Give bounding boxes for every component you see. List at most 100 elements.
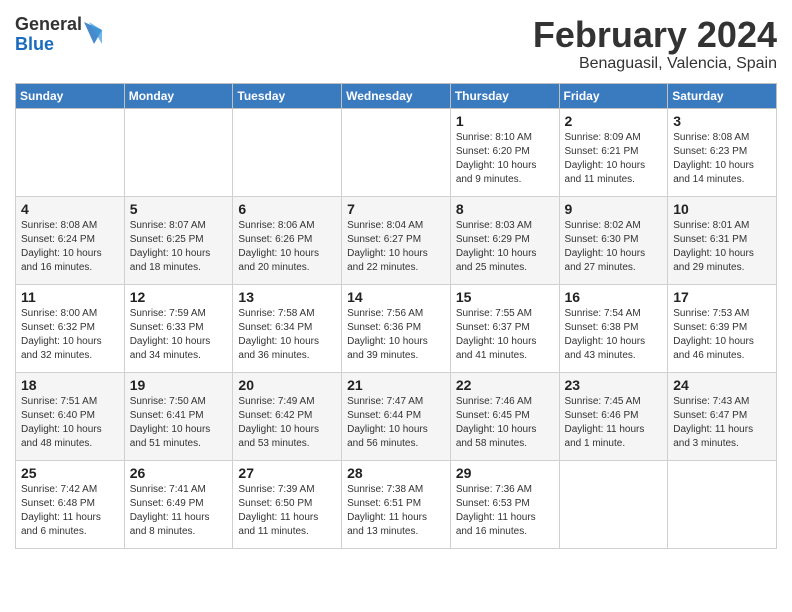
day-number: 14 [347,289,445,305]
day-number: 21 [347,377,445,393]
day-info: Sunrise: 8:06 AM Sunset: 6:26 PM Dayligh… [238,219,336,275]
calendar-cell: 19 Sunrise: 7:50 AM Sunset: 6:41 PM Dayli… [124,372,233,460]
day-number: 13 [238,289,336,305]
day-number: 15 [456,289,554,305]
calendar-table: SundayMondayTuesdayWednesdayThursdayFrid… [15,83,777,549]
day-number: 28 [347,465,445,481]
day-info: Sunrise: 7:55 AM Sunset: 6:37 PM Dayligh… [456,307,554,363]
logo-general-text: General [15,15,82,35]
day-info: Sunrise: 8:08 AM Sunset: 6:23 PM Dayligh… [673,131,771,187]
day-number: 24 [673,377,771,393]
calendar-cell: 26 Sunrise: 7:41 AM Sunset: 6:49 PM Dayli… [124,460,233,548]
calendar-cell: 4 Sunrise: 8:08 AM Sunset: 6:24 PM Daylig… [16,196,125,284]
week-row-3: 11 Sunrise: 8:00 AM Sunset: 6:32 PM Dayli… [16,284,777,372]
day-info: Sunrise: 8:10 AM Sunset: 6:20 PM Dayligh… [456,131,554,187]
week-row-4: 18Sunrise: 7:51 AM Sunset: 6:40 PM Dayli… [16,372,777,460]
day-number: 8 [456,201,554,217]
day-info: Sunrise: 8:03 AM Sunset: 6:29 PM Dayligh… [456,219,554,275]
calendar-cell: 17 Sunrise: 7:53 AM Sunset: 6:39 PM Dayli… [668,284,777,372]
day-info: Sunrise: 7:36 AM Sunset: 6:53 PM Dayligh… [456,483,554,539]
day-info: Sunrise: 7:38 AM Sunset: 6:51 PM Dayligh… [347,483,445,539]
calendar-cell: 10 Sunrise: 8:01 AM Sunset: 6:31 PM Dayli… [668,196,777,284]
calendar-cell: 11 Sunrise: 8:00 AM Sunset: 6:32 PM Dayli… [16,284,125,372]
calendar-cell: 6Sunrise: 8:06 AM Sunset: 6:26 PM Daylig… [233,196,342,284]
day-number: 29 [456,465,554,481]
day-info: Sunrise: 8:09 AM Sunset: 6:21 PM Dayligh… [565,131,663,187]
calendar-cell [16,108,125,196]
calendar-cell [342,108,451,196]
week-row-5: 25 Sunrise: 7:42 AM Sunset: 6:48 PM Dayli… [16,460,777,548]
week-row-2: 4 Sunrise: 8:08 AM Sunset: 6:24 PM Daylig… [16,196,777,284]
page-header: General Blue February 2024 Benaguasil, V… [15,15,777,73]
day-number: 16 [565,289,663,305]
day-info: Sunrise: 7:42 AM Sunset: 6:48 PM Dayligh… [21,483,119,539]
calendar-cell: 14 Sunrise: 7:56 AM Sunset: 6:36 PM Dayli… [342,284,451,372]
month-title: February 2024 [533,15,777,55]
col-header-tuesday: Tuesday [233,83,342,108]
calendar-cell: 21 Sunrise: 7:47 AM Sunset: 6:44 PM Dayli… [342,372,451,460]
calendar-cell: 9Sunrise: 8:02 AM Sunset: 6:30 PM Daylig… [559,196,668,284]
calendar-cell: 29 Sunrise: 7:36 AM Sunset: 6:53 PM Dayli… [450,460,559,548]
day-number: 3 [673,113,771,129]
col-header-saturday: Saturday [668,83,777,108]
col-header-wednesday: Wednesday [342,83,451,108]
day-number: 25 [21,465,119,481]
calendar-cell: 1 Sunrise: 8:10 AM Sunset: 6:20 PM Daylig… [450,108,559,196]
day-info: Sunrise: 8:04 AM Sunset: 6:27 PM Dayligh… [347,219,445,275]
calendar-cell: 8 Sunrise: 8:03 AM Sunset: 6:29 PM Daylig… [450,196,559,284]
day-info: Sunrise: 7:43 AM Sunset: 6:47 PM Dayligh… [673,395,771,451]
day-number: 17 [673,289,771,305]
day-number: 26 [130,465,228,481]
calendar-cell [124,108,233,196]
day-number: 2 [565,113,663,129]
day-info: Sunrise: 7:50 AM Sunset: 6:41 PM Dayligh… [130,395,228,451]
day-info: Sunrise: 7:54 AM Sunset: 6:38 PM Dayligh… [565,307,663,363]
week-row-1: 1 Sunrise: 8:10 AM Sunset: 6:20 PM Daylig… [16,108,777,196]
calendar-cell [233,108,342,196]
col-header-monday: Monday [124,83,233,108]
day-number: 23 [565,377,663,393]
day-number: 19 [130,377,228,393]
day-number: 11 [21,289,119,305]
day-number: 12 [130,289,228,305]
day-info: Sunrise: 8:07 AM Sunset: 6:25 PM Dayligh… [130,219,228,275]
logo-icon [84,22,102,44]
day-info: Sunrise: 7:45 AM Sunset: 6:46 PM Dayligh… [565,395,663,451]
day-number: 27 [238,465,336,481]
calendar-cell: 23 Sunrise: 7:45 AM Sunset: 6:46 PM Dayli… [559,372,668,460]
calendar-cell [559,460,668,548]
day-info: Sunrise: 8:00 AM Sunset: 6:32 PM Dayligh… [21,307,119,363]
calendar-cell: 28 Sunrise: 7:38 AM Sunset: 6:51 PM Dayli… [342,460,451,548]
day-number: 22 [456,377,554,393]
day-info: Sunrise: 8:08 AM Sunset: 6:24 PM Dayligh… [21,219,119,275]
calendar-cell: 18Sunrise: 7:51 AM Sunset: 6:40 PM Dayli… [16,372,125,460]
day-info: Sunrise: 7:51 AM Sunset: 6:40 PM Dayligh… [21,395,119,451]
day-info: Sunrise: 7:39 AM Sunset: 6:50 PM Dayligh… [238,483,336,539]
day-info: Sunrise: 7:56 AM Sunset: 6:36 PM Dayligh… [347,307,445,363]
calendar-cell: 16 Sunrise: 7:54 AM Sunset: 6:38 PM Dayli… [559,284,668,372]
day-number: 4 [21,201,119,217]
day-number: 1 [456,113,554,129]
calendar-cell: 12 Sunrise: 7:59 AM Sunset: 6:33 PM Dayli… [124,284,233,372]
day-info: Sunrise: 7:59 AM Sunset: 6:33 PM Dayligh… [130,307,228,363]
logo-blue-text: Blue [15,35,82,55]
calendar-cell: 24 Sunrise: 7:43 AM Sunset: 6:47 PM Dayli… [668,372,777,460]
calendar-cell: 15 Sunrise: 7:55 AM Sunset: 6:37 PM Dayli… [450,284,559,372]
day-info: Sunrise: 7:53 AM Sunset: 6:39 PM Dayligh… [673,307,771,363]
calendar-cell: 3 Sunrise: 8:08 AM Sunset: 6:23 PM Daylig… [668,108,777,196]
day-info: Sunrise: 7:49 AM Sunset: 6:42 PM Dayligh… [238,395,336,451]
col-header-sunday: Sunday [16,83,125,108]
calendar-cell: 25 Sunrise: 7:42 AM Sunset: 6:48 PM Dayli… [16,460,125,548]
day-info: Sunrise: 7:47 AM Sunset: 6:44 PM Dayligh… [347,395,445,451]
day-info: Sunrise: 7:58 AM Sunset: 6:34 PM Dayligh… [238,307,336,363]
logo: General Blue [15,15,102,55]
day-info: Sunrise: 7:46 AM Sunset: 6:45 PM Dayligh… [456,395,554,451]
col-header-thursday: Thursday [450,83,559,108]
day-info: Sunrise: 8:01 AM Sunset: 6:31 PM Dayligh… [673,219,771,275]
calendar-cell: 2 Sunrise: 8:09 AM Sunset: 6:21 PM Daylig… [559,108,668,196]
day-number: 20 [238,377,336,393]
day-number: 10 [673,201,771,217]
day-info: Sunrise: 7:41 AM Sunset: 6:49 PM Dayligh… [130,483,228,539]
calendar-cell: 7Sunrise: 8:04 AM Sunset: 6:27 PM Daylig… [342,196,451,284]
calendar-cell: 5Sunrise: 8:07 AM Sunset: 6:25 PM Daylig… [124,196,233,284]
